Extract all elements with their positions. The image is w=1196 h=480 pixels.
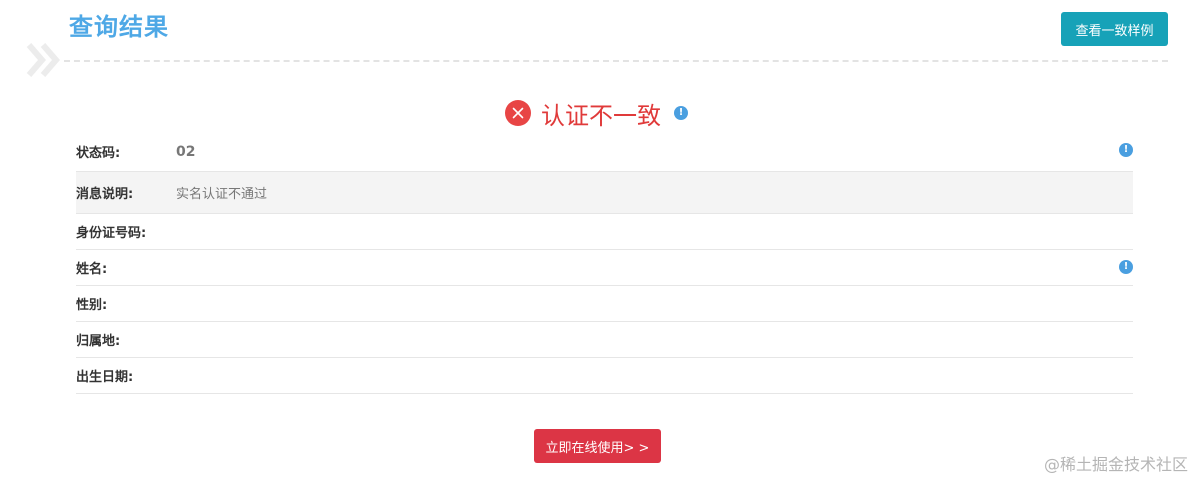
field-label: 性别: [76,298,108,313]
table-row-gender: 性别: [76,286,1133,322]
field-value: 实名认证不通过 [176,187,268,202]
table-row-birth-date: 出生日期: [76,358,1133,394]
field-label: 姓名: [76,262,108,277]
field-label: 状态码: [76,146,121,161]
x-circle-icon [505,100,531,126]
result-header: 认证不一致 ! [505,96,688,130]
table-row-region: 归属地: [76,322,1133,358]
table-row-status-code: 状态码: 02 ! [76,132,1133,172]
field-label: 身份证号码: [76,226,147,241]
field-label: 消息说明: [76,187,134,202]
field-label: 出生日期: [76,370,134,385]
result-info-icon[interactable]: ! [674,106,688,120]
field-label: 归属地: [76,334,121,349]
table-row-message: 消息说明: 实名认证不通过 [76,172,1133,214]
view-consistent-sample-button[interactable]: 查看一致样例 [1061,12,1168,46]
table-row-id-number: 身份证号码: [76,214,1133,250]
use-online-now-button[interactable]: 立即在线使用> > [534,429,661,463]
field-value: 02 [176,143,196,160]
result-status-text: 认证不一致 [541,101,661,130]
page-title: 查询结果 [69,13,169,41]
watermark: @稀土掘金技术社区 [1043,455,1188,474]
title-divider [64,60,1168,62]
name-info-icon[interactable]: ! [1119,260,1133,274]
result-details-table: 状态码: 02 ! 消息说明: 实名认证不通过 身份证号码: 姓名: ! 性别:… [76,132,1133,394]
status-code-info-icon[interactable]: ! [1119,143,1133,157]
double-chevron-right-icon [26,43,60,77]
table-row-name: 姓名: ! [76,250,1133,286]
